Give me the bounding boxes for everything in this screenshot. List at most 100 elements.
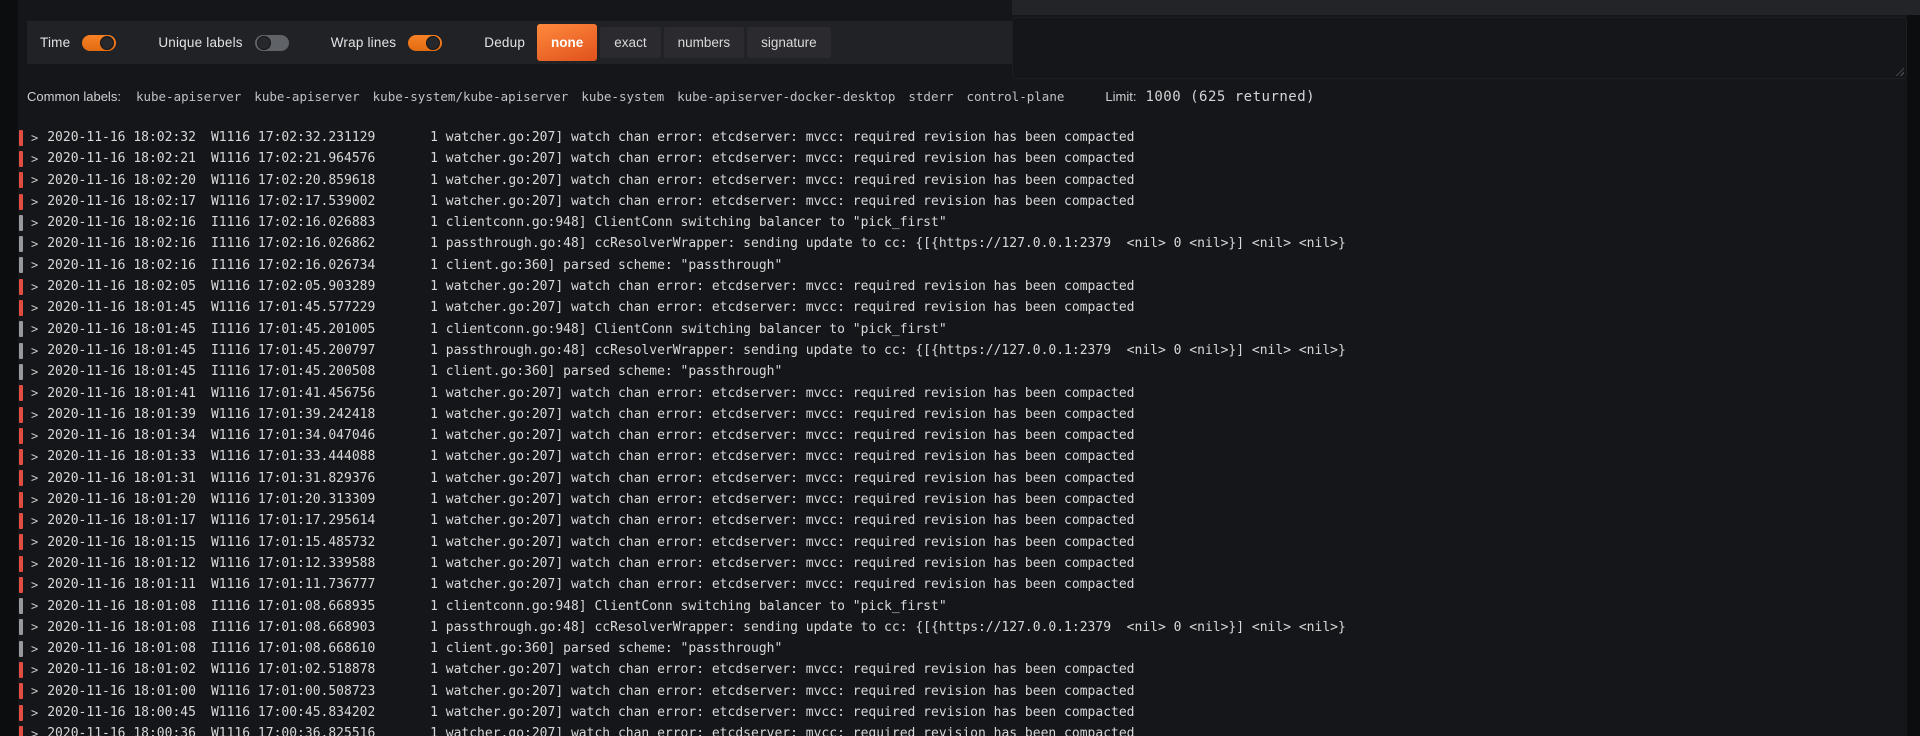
log-row[interactable]: > 2020-11-16 18:01:11 W1116 17:01:11.736… bbox=[18, 574, 1907, 595]
log-timestamp: 2020-11-16 18:01:17 bbox=[47, 513, 196, 529]
unique-labels-control: Unique labels bbox=[158, 34, 289, 51]
log-row[interactable]: > 2020-11-16 18:01:08 I1116 17:01:08.668… bbox=[18, 617, 1907, 638]
toggle-knob bbox=[100, 35, 115, 50]
chevron-right-icon[interactable]: > bbox=[31, 281, 38, 293]
log-timestamp: 2020-11-16 18:01:08 bbox=[47, 641, 196, 657]
log-level-bar bbox=[19, 491, 23, 508]
log-row[interactable]: > 2020-11-16 18:02:17 W1116 17:02:17.539… bbox=[18, 191, 1907, 212]
common-label: control-plane bbox=[966, 89, 1065, 104]
chevron-right-icon[interactable]: > bbox=[31, 494, 38, 506]
unique-labels-toggle[interactable] bbox=[254, 34, 289, 51]
chevron-right-icon[interactable]: > bbox=[31, 153, 38, 165]
dedup-option-none[interactable]: none bbox=[537, 24, 598, 61]
logs-options-toolbar: Time Unique labels Wrap lines Dedup none… bbox=[27, 21, 1013, 64]
log-timestamp: 2020-11-16 18:01:45 bbox=[47, 364, 196, 380]
log-level-bar bbox=[19, 576, 23, 593]
chevron-right-icon[interactable]: > bbox=[31, 664, 38, 676]
chevron-right-icon[interactable]: > bbox=[31, 621, 38, 633]
log-row[interactable]: > 2020-11-16 18:01:02 W1116 17:01:02.518… bbox=[18, 659, 1907, 680]
common-labels-label: Common labels: bbox=[27, 89, 121, 104]
chevron-right-icon[interactable]: > bbox=[31, 685, 38, 697]
log-level-bar bbox=[19, 449, 23, 466]
time-toggle-label: Time bbox=[40, 35, 71, 50]
chevron-right-icon[interactable]: > bbox=[31, 515, 38, 527]
chevron-right-icon[interactable]: > bbox=[31, 707, 38, 719]
log-row[interactable]: > 2020-11-16 18:01:45 I1116 17:01:45.200… bbox=[18, 361, 1907, 382]
log-row[interactable]: > 2020-11-16 18:02:32 W1116 17:02:32.231… bbox=[18, 127, 1907, 148]
log-timestamp: 2020-11-16 18:02:05 bbox=[47, 279, 196, 295]
log-message: I1116 17:01:45.201005 1 clientconn.go:94… bbox=[210, 321, 947, 337]
log-row[interactable]: > 2020-11-16 18:02:21 W1116 17:02:21.964… bbox=[18, 148, 1907, 169]
log-row[interactable]: > 2020-11-16 18:01:45 I1116 17:01:45.200… bbox=[18, 340, 1907, 361]
log-row[interactable]: > 2020-11-16 18:02:16 I1116 17:02:16.026… bbox=[18, 255, 1907, 276]
chevron-right-icon[interactable]: > bbox=[31, 259, 38, 271]
dedup-option-numbers[interactable]: numbers bbox=[663, 27, 745, 58]
dedup-option-signature[interactable]: signature bbox=[747, 27, 831, 58]
log-row[interactable]: > 2020-11-16 18:01:08 I1116 17:01:08.668… bbox=[18, 596, 1907, 617]
log-row[interactable]: > 2020-11-16 18:02:20 W1116 17:02:20.859… bbox=[18, 170, 1907, 191]
scrollbar-track[interactable] bbox=[1907, 0, 1920, 736]
log-message: W1116 17:00:36.825516 1 watcher.go:207] … bbox=[210, 726, 1135, 736]
chevron-right-icon[interactable]: > bbox=[31, 409, 38, 421]
log-level-bar bbox=[19, 534, 23, 551]
log-row[interactable]: > 2020-11-16 18:01:34 W1116 17:01:34.047… bbox=[18, 425, 1907, 446]
log-row[interactable]: > 2020-11-16 18:01:33 W1116 17:01:33.444… bbox=[18, 446, 1907, 467]
chevron-right-icon[interactable]: > bbox=[31, 217, 38, 229]
dedup-option-exact[interactable]: exact bbox=[600, 27, 661, 58]
log-rows-list: > 2020-11-16 18:02:32 W1116 17:02:32.231… bbox=[18, 127, 1907, 736]
time-control: Time bbox=[40, 34, 117, 51]
chevron-right-icon[interactable]: > bbox=[31, 238, 38, 250]
log-row[interactable]: > 2020-11-16 18:00:45 W1116 17:00:45.834… bbox=[18, 702, 1907, 723]
log-message: W1116 17:01:11.736777 1 watcher.go:207] … bbox=[210, 577, 1135, 593]
log-row[interactable]: > 2020-11-16 18:02:16 I1116 17:02:16.026… bbox=[18, 233, 1907, 254]
log-row[interactable]: > 2020-11-16 18:00:36 W1116 17:00:36.825… bbox=[18, 723, 1907, 736]
log-row[interactable]: > 2020-11-16 18:02:16 I1116 17:02:16.026… bbox=[18, 212, 1907, 233]
log-row[interactable]: > 2020-11-16 18:01:12 W1116 17:01:12.339… bbox=[18, 553, 1907, 574]
log-level-bar bbox=[19, 342, 23, 359]
log-row[interactable]: > 2020-11-16 18:01:00 W1116 17:01:00.508… bbox=[18, 681, 1907, 702]
chevron-right-icon[interactable]: > bbox=[31, 387, 38, 399]
chevron-right-icon[interactable]: > bbox=[31, 323, 38, 335]
chevron-right-icon[interactable]: > bbox=[31, 345, 38, 357]
log-message: I1116 17:01:08.668903 1 passthrough.go:4… bbox=[210, 619, 1346, 635]
log-row[interactable]: > 2020-11-16 18:01:17 W1116 17:01:17.295… bbox=[18, 510, 1907, 531]
wrap-lines-toggle[interactable] bbox=[408, 34, 443, 51]
log-row[interactable]: > 2020-11-16 18:01:31 W1116 17:01:31.829… bbox=[18, 468, 1907, 489]
log-level-bar bbox=[19, 129, 23, 146]
log-message: I1116 17:02:16.026862 1 passthrough.go:4… bbox=[210, 236, 1346, 252]
chevron-right-icon[interactable]: > bbox=[31, 451, 38, 463]
log-row[interactable]: > 2020-11-16 18:01:45 W1116 17:01:45.577… bbox=[18, 297, 1907, 318]
time-toggle[interactable] bbox=[82, 34, 117, 51]
log-row[interactable]: > 2020-11-16 18:01:15 W1116 17:01:15.485… bbox=[18, 532, 1907, 553]
chevron-right-icon[interactable]: > bbox=[31, 174, 38, 186]
chevron-right-icon[interactable]: > bbox=[31, 643, 38, 655]
log-row[interactable]: > 2020-11-16 18:01:20 W1116 17:01:20.313… bbox=[18, 489, 1907, 510]
chevron-right-icon[interactable]: > bbox=[31, 132, 38, 144]
page-edge-left bbox=[0, 0, 18, 736]
resize-grip-icon[interactable] bbox=[1894, 66, 1904, 76]
chevron-right-icon[interactable]: > bbox=[31, 472, 38, 484]
log-row[interactable]: > 2020-11-16 18:01:41 W1116 17:01:41.456… bbox=[18, 383, 1907, 404]
log-row[interactable]: > 2020-11-16 18:02:05 W1116 17:02:05.903… bbox=[18, 276, 1907, 297]
chevron-right-icon[interactable]: > bbox=[31, 302, 38, 314]
chevron-right-icon[interactable]: > bbox=[31, 536, 38, 548]
common-label: kube-apiserver-docker-desktop bbox=[677, 89, 896, 104]
chevron-right-icon[interactable]: > bbox=[31, 728, 38, 736]
log-row[interactable]: > 2020-11-16 18:01:08 I1116 17:01:08.668… bbox=[18, 638, 1907, 659]
log-level-bar bbox=[19, 363, 23, 380]
chevron-right-icon[interactable]: > bbox=[31, 558, 38, 570]
chevron-right-icon[interactable]: > bbox=[31, 366, 38, 378]
log-level-bar bbox=[19, 385, 23, 402]
chevron-right-icon[interactable]: > bbox=[31, 600, 38, 612]
chevron-right-icon[interactable]: > bbox=[31, 579, 38, 591]
log-row[interactable]: > 2020-11-16 18:01:39 W1116 17:01:39.242… bbox=[18, 404, 1907, 425]
chevron-right-icon[interactable]: > bbox=[31, 430, 38, 442]
log-row[interactable]: > 2020-11-16 18:01:45 I1116 17:01:45.201… bbox=[18, 319, 1907, 340]
unique-labels-toggle-label: Unique labels bbox=[158, 35, 243, 50]
chevron-right-icon[interactable]: > bbox=[31, 196, 38, 208]
log-level-bar bbox=[19, 193, 23, 210]
query-textarea[interactable] bbox=[1012, 17, 1907, 79]
log-level-bar bbox=[19, 406, 23, 423]
log-timestamp: 2020-11-16 18:01:41 bbox=[47, 385, 196, 401]
log-message: I1116 17:01:45.200797 1 passthrough.go:4… bbox=[210, 342, 1346, 358]
